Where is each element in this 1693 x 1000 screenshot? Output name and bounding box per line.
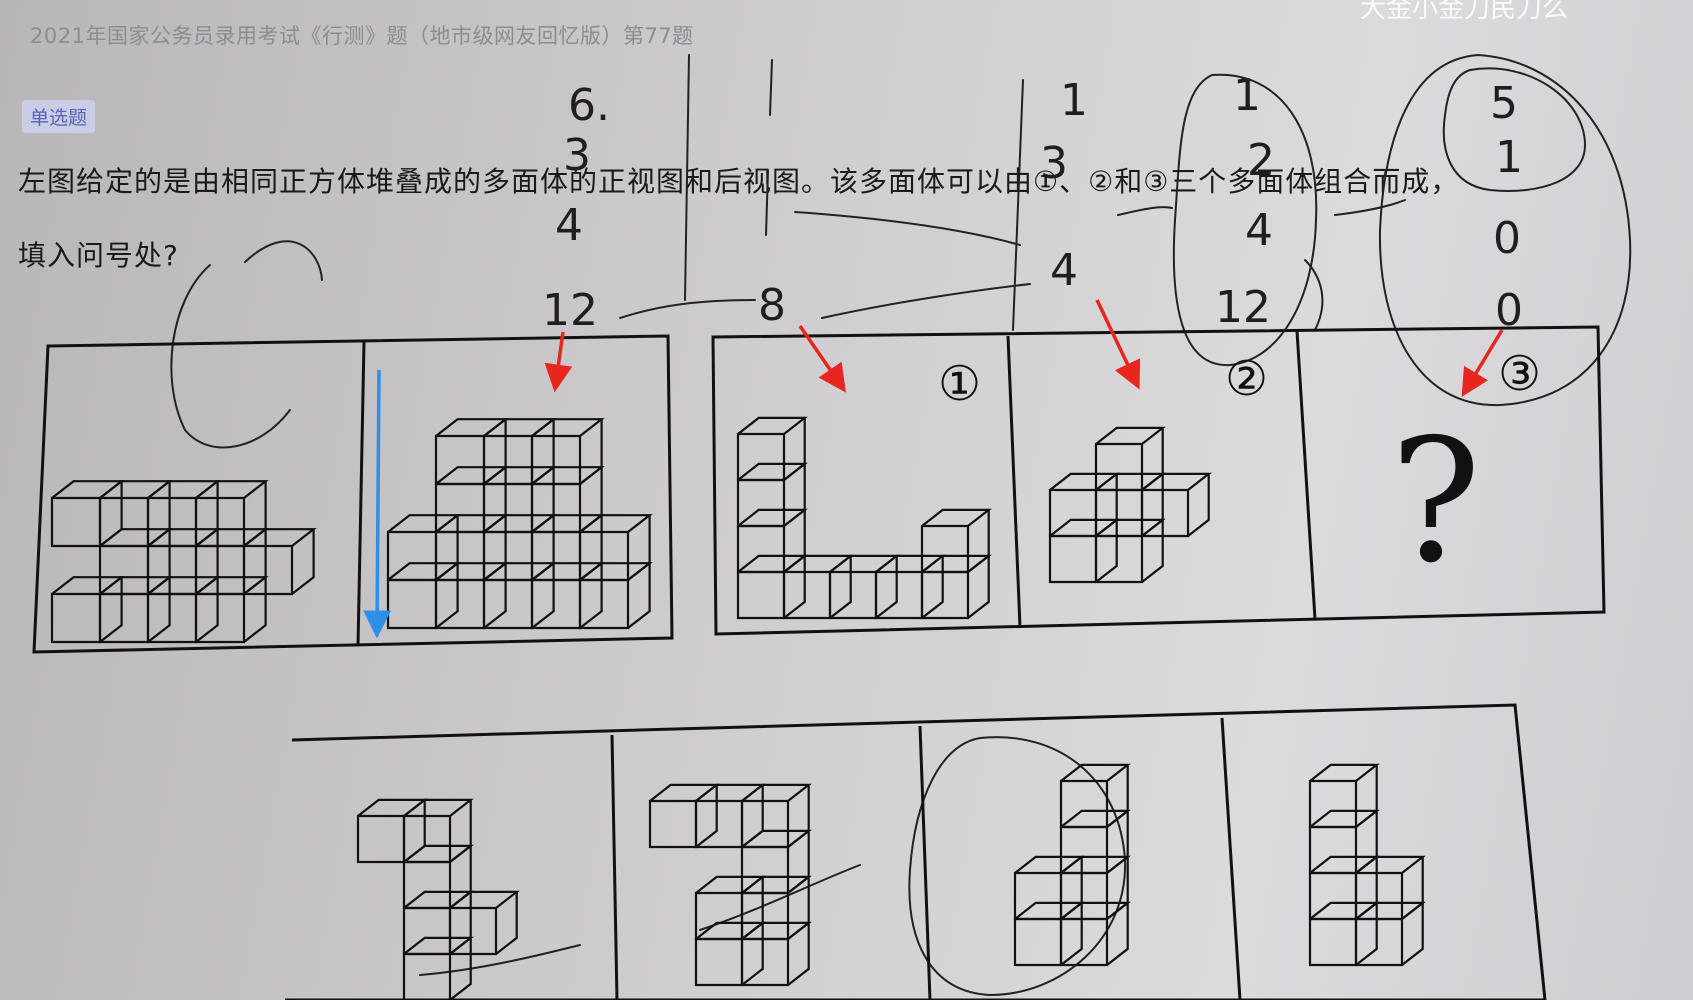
piece-label-2: ② [1225, 351, 1268, 407]
unit-cube [736, 462, 808, 528]
hw-number: 1 [1060, 75, 1088, 126]
unit-cube [386, 514, 461, 582]
unit-cube [648, 783, 720, 849]
unit-cube [1048, 518, 1120, 584]
hw-number: 4 [555, 200, 583, 251]
unit-cube [402, 936, 474, 1000]
unit-cube [402, 890, 474, 956]
hw-number: 4 [1245, 205, 1273, 256]
hw-number: 12 [542, 285, 598, 336]
unit-cube [736, 554, 808, 620]
unit-cube [1308, 763, 1380, 829]
unit-cube [1059, 763, 1131, 829]
unit-cube [1013, 901, 1085, 967]
unit-cube [434, 418, 509, 486]
unit-cube [920, 508, 992, 574]
hw-number: 5 [1490, 78, 1518, 129]
red-arrow-icon [1095, 299, 1141, 390]
unit-cube [50, 480, 125, 548]
blue-arrow-icon [363, 369, 392, 639]
piece-label-1: ① [938, 356, 981, 412]
handwritten-numbers: 6. 3 4 12 8 1 3 4 1 2 4 12 5 1 0 0 [542, 70, 1523, 336]
unit-cube [434, 466, 509, 534]
unit-cube [50, 576, 125, 644]
unit-cube [1308, 809, 1380, 875]
option-cubes [356, 763, 1426, 1000]
unit-cube [736, 416, 808, 482]
hw-number: 1 [1495, 132, 1523, 183]
question-mark-icon: ? [1390, 403, 1481, 601]
unit-cube [356, 798, 428, 864]
hw-number: 3 [563, 130, 591, 181]
hw-number: 4 [1050, 245, 1078, 296]
unit-cube [694, 875, 766, 941]
unit-cube [736, 508, 808, 574]
unit-cube [1308, 855, 1380, 921]
unit-cube [386, 562, 461, 630]
red-arrow-icon [544, 331, 573, 393]
hw-number: 1 [1233, 70, 1261, 121]
views-panel [32, 334, 674, 654]
hw-number: 8 [758, 280, 786, 331]
unit-cube [694, 921, 766, 987]
hw-number: 2 [1247, 135, 1275, 186]
unit-cube [1094, 426, 1166, 492]
view-cubes [50, 418, 653, 644]
hw-number: 6. [568, 80, 610, 131]
hw-number: 12 [1215, 282, 1271, 333]
figure-canvas: 6. 3 4 12 8 1 3 4 1 2 4 12 5 1 0 0 ① ② ③… [32, 53, 1632, 1000]
hw-number: 3 [1040, 138, 1068, 189]
red-arrow-icon [1461, 329, 1504, 397]
unit-cube [1013, 855, 1085, 921]
worksheet-photo: 2021年国家公务员录用考试《行测》题（地市级网友回忆版）第77题 单选题 左图… [0, 0, 1693, 1000]
unit-cube [1308, 901, 1380, 967]
piece-cubes [736, 416, 1212, 620]
unit-cube [1048, 472, 1120, 538]
piece-label-3: ③ [1498, 346, 1541, 402]
hw-number: 0 [1493, 213, 1521, 264]
arrows [363, 299, 1504, 639]
